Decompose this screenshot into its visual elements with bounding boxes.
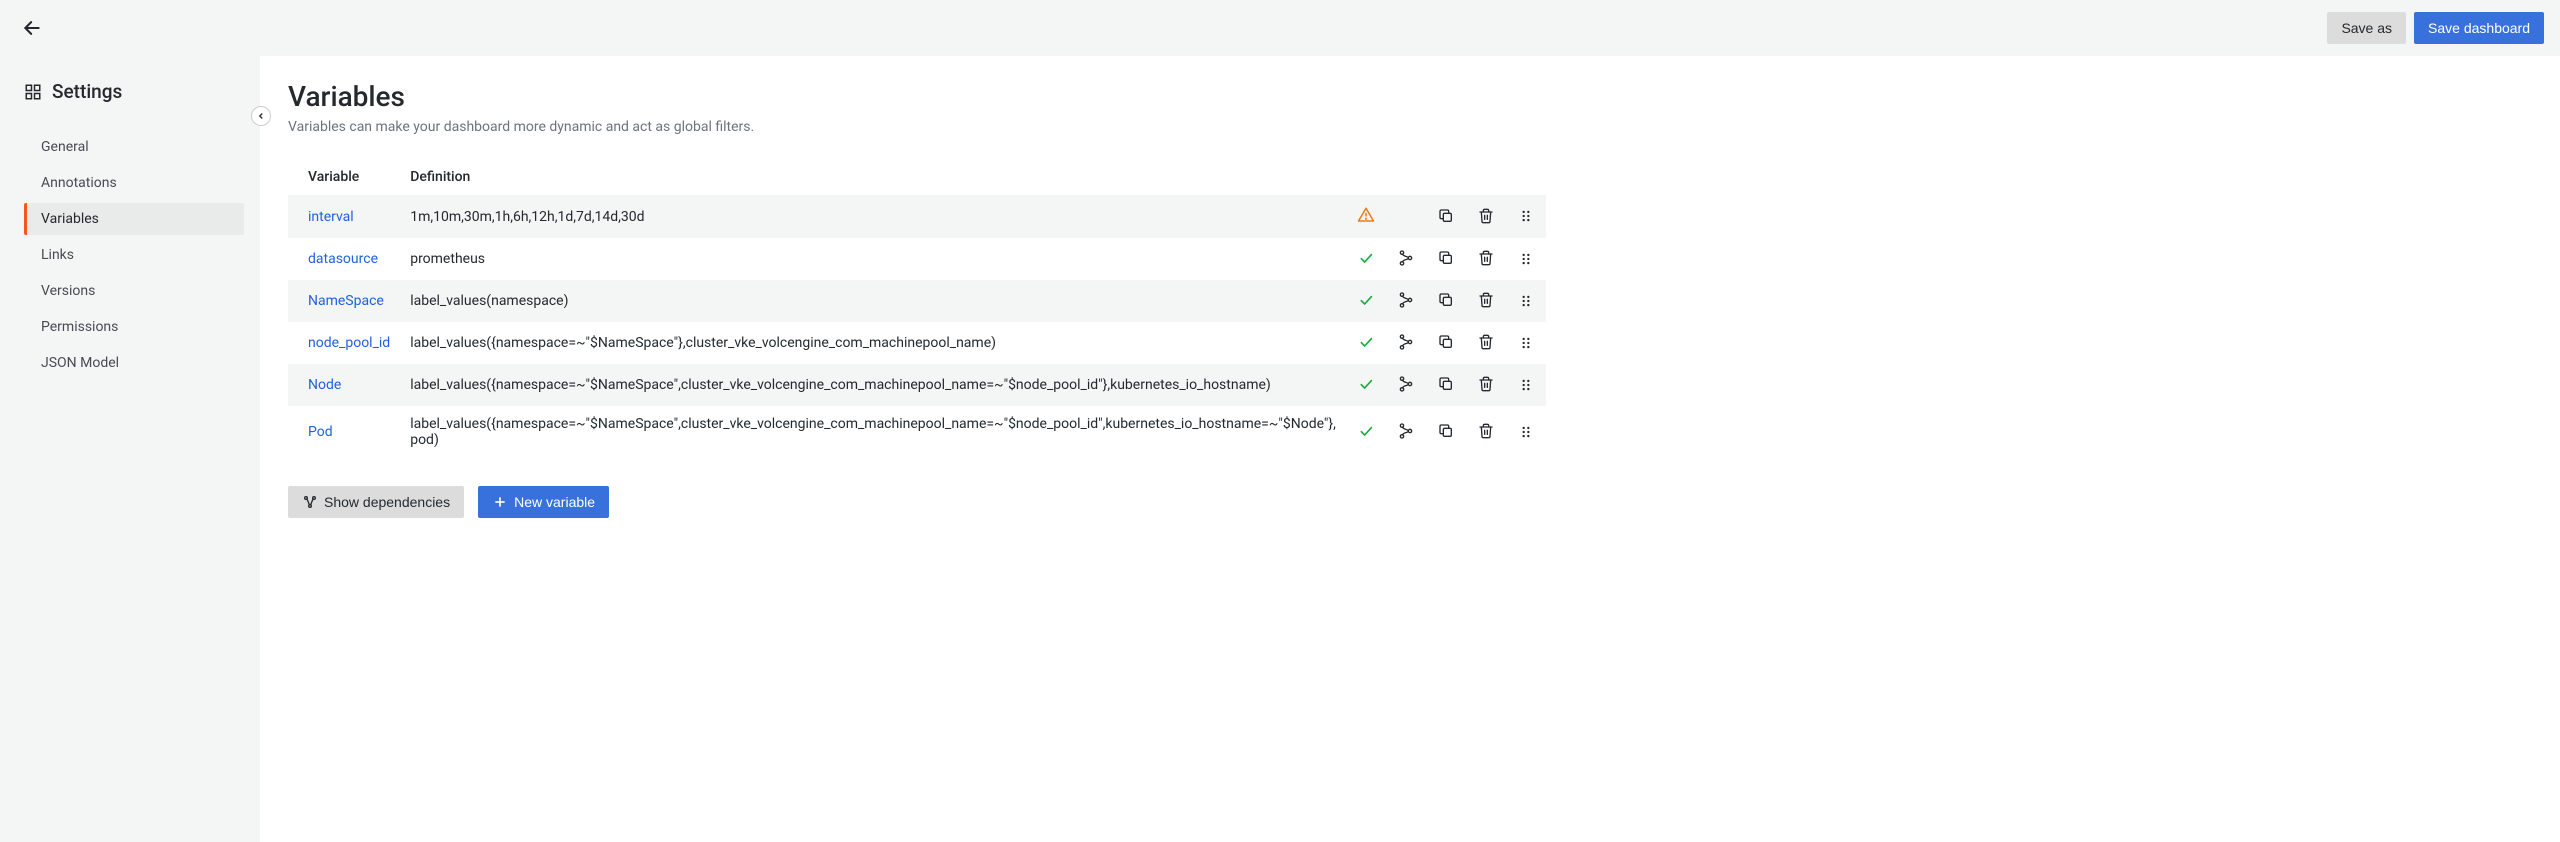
check-icon: [1356, 248, 1376, 268]
sidebar-item-annotations[interactable]: Annotations: [24, 167, 244, 199]
delete-button[interactable]: [1476, 290, 1496, 310]
variable-name-link[interactable]: Node: [308, 377, 341, 393]
drag-handle[interactable]: [1516, 206, 1536, 226]
page-title: Variables: [288, 80, 2532, 113]
variable-definition: label_values({namespace=~"$NameSpace",cl…: [400, 364, 1346, 406]
dependency-graph-button[interactable]: [1396, 421, 1416, 441]
apps-icon: [24, 83, 42, 101]
plus-icon: [492, 494, 508, 510]
variable-name-link[interactable]: NameSpace: [308, 293, 384, 309]
sidebar-item-versions[interactable]: Versions: [24, 275, 244, 307]
page-subtitle: Variables can make your dashboard more d…: [288, 119, 2532, 135]
variable-name-link[interactable]: datasource: [308, 251, 378, 267]
sidebar-item-json-model[interactable]: JSON Model: [24, 347, 244, 379]
warning-icon[interactable]: [1356, 205, 1376, 225]
show-dependencies-button[interactable]: Show dependencies: [288, 486, 464, 518]
duplicate-button[interactable]: [1436, 248, 1456, 268]
variable-definition: 1m,10m,30m,1h,6h,12h,1d,7d,14d,30d: [400, 195, 1346, 238]
drag-handle[interactable]: [1516, 333, 1536, 353]
table-row: interval 1m,10m,30m,1h,6h,12h,1d,7d,14d,3…: [288, 195, 1546, 238]
show-dependencies-label: Show dependencies: [324, 494, 450, 510]
dependency-graph-button[interactable]: [1396, 374, 1416, 394]
delete-button[interactable]: [1476, 421, 1496, 441]
variable-name-link[interactable]: interval: [308, 209, 354, 225]
variable-definition: label_values(namespace): [400, 280, 1346, 322]
variable-name-link[interactable]: Pod: [308, 424, 333, 440]
delete-button[interactable]: [1476, 374, 1496, 394]
save-dashboard-button[interactable]: Save dashboard: [2414, 12, 2544, 44]
sidebar-item-links[interactable]: Links: [24, 239, 244, 271]
header-variable: Variable: [288, 159, 400, 195]
delete-button[interactable]: [1476, 248, 1496, 268]
dependency-graph-button[interactable]: [1396, 248, 1416, 268]
check-icon: [1356, 290, 1376, 310]
back-button[interactable]: [16, 12, 48, 44]
drag-handle[interactable]: [1516, 422, 1536, 442]
sidebar-item-permissions[interactable]: Permissions: [24, 311, 244, 343]
chevron-left-icon: [256, 111, 266, 121]
settings-title: Settings: [52, 80, 122, 103]
variables-table: Variable Definition interval 1m,10m,30m,1…: [288, 159, 1546, 458]
variable-name-link[interactable]: node_pool_id: [308, 335, 390, 351]
network-icon: [302, 494, 318, 510]
nav-list: General Annotations Variables Links Versions…: [24, 131, 244, 379]
check-icon: [1356, 421, 1376, 441]
settings-header: Settings: [24, 80, 244, 103]
duplicate-button[interactable]: [1436, 421, 1456, 441]
topbar: Save as Save dashboard: [0, 0, 2560, 56]
sidebar-collapse-button[interactable]: [251, 106, 271, 126]
check-icon: [1356, 332, 1376, 352]
layout: Settings General Annotations Variables Link…: [0, 56, 2560, 842]
dependency-graph-button[interactable]: [1396, 290, 1416, 310]
new-variable-label: New variable: [514, 494, 595, 510]
table-row: Node label_values({namespace=~"$NameSpace…: [288, 364, 1546, 406]
table-row: Pod label_values({namespace=~"$NameSpace"…: [288, 406, 1546, 458]
topbar-actions: Save as Save dashboard: [2327, 12, 2544, 44]
sidebar-item-variables[interactable]: Variables: [24, 203, 244, 235]
duplicate-button[interactable]: [1436, 374, 1456, 394]
dependency-graph-button[interactable]: [1396, 332, 1416, 352]
drag-handle[interactable]: [1516, 375, 1536, 395]
duplicate-button[interactable]: [1436, 332, 1456, 352]
main-content: Variables Variables can make your dashbo…: [260, 56, 2560, 842]
save-as-button[interactable]: Save as: [2327, 12, 2406, 44]
drag-handle[interactable]: [1516, 249, 1536, 269]
duplicate-button[interactable]: [1436, 206, 1456, 226]
variable-definition: label_values({namespace=~"$NameSpace",cl…: [400, 406, 1346, 458]
variable-definition: label_values({namespace=~"$NameSpace"},c…: [400, 322, 1346, 364]
new-variable-button[interactable]: New variable: [478, 486, 609, 518]
footer-buttons: Show dependencies New variable: [288, 486, 2532, 518]
check-icon: [1356, 374, 1376, 394]
arrow-left-icon: [22, 18, 42, 38]
table-row: node_pool_id label_values({namespace=~"$N…: [288, 322, 1546, 364]
delete-button[interactable]: [1476, 332, 1496, 352]
sidebar-item-general[interactable]: General: [24, 131, 244, 163]
header-definition: Definition: [400, 159, 1346, 195]
duplicate-button[interactable]: [1436, 290, 1456, 310]
table-row: NameSpace label_values(namespace): [288, 280, 1546, 322]
table-row: datasource prometheus: [288, 238, 1546, 280]
variable-definition: prometheus: [400, 238, 1346, 280]
drag-handle[interactable]: [1516, 291, 1536, 311]
delete-button[interactable]: [1476, 206, 1496, 226]
sidebar: Settings General Annotations Variables Link…: [0, 56, 260, 842]
